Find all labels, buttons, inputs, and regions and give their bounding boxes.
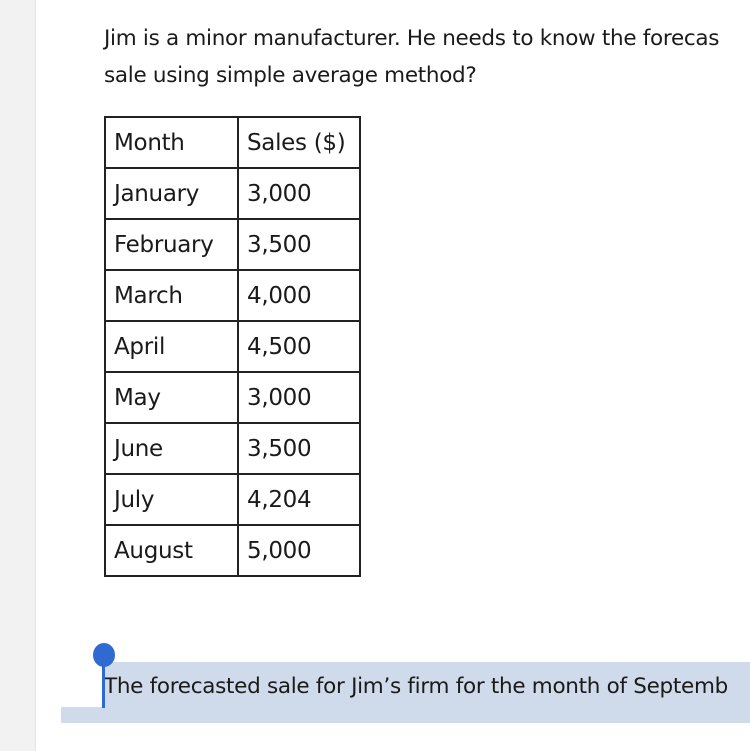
sales-table: Month Sales ($) January 3,000 February 3,50… (104, 116, 361, 577)
month-cell: May (104, 371, 239, 424)
question-line-2: sale using simple average method? (104, 63, 477, 88)
sales-cell: 3,000 (237, 167, 361, 220)
month-cell: January (104, 167, 239, 220)
month-cell: February (104, 218, 239, 271)
selection-handle[interactable] (93, 643, 115, 667)
sales-cell: 3,500 (237, 422, 361, 475)
table-row: June 3,500 (104, 422, 361, 475)
month-cell: April (104, 320, 239, 373)
table-row: May 3,000 (104, 371, 361, 424)
sales-cell: 4,000 (237, 269, 361, 322)
sales-cell: 3,000 (237, 371, 361, 424)
table-row: January 3,000 (104, 167, 361, 220)
sales-cell: 5,000 (237, 524, 361, 577)
header-month: Month (104, 116, 239, 169)
left-gutter (0, 0, 36, 751)
sales-cell: 4,204 (237, 473, 361, 526)
month-cell: August (104, 524, 239, 577)
sales-cell: 3,500 (237, 218, 361, 271)
table-row: August 5,000 (104, 524, 361, 577)
month-cell: June (104, 422, 239, 475)
table-row: March 4,000 (104, 269, 361, 322)
table-header-row: Month Sales ($) (104, 116, 361, 169)
sales-cell: 4,500 (237, 320, 361, 373)
month-cell: July (104, 473, 239, 526)
question-line-1: Jim is a minor manufacturer. He needs to… (104, 26, 720, 51)
table-row: July 4,204 (104, 473, 361, 526)
month-cell: March (104, 269, 239, 322)
table-row: February 3,500 (104, 218, 361, 271)
header-sales: Sales ($) (237, 116, 361, 169)
answer-text[interactable]: The forecasted sale for Jim’s firm for t… (104, 674, 728, 699)
table-row: April 4,500 (104, 320, 361, 373)
